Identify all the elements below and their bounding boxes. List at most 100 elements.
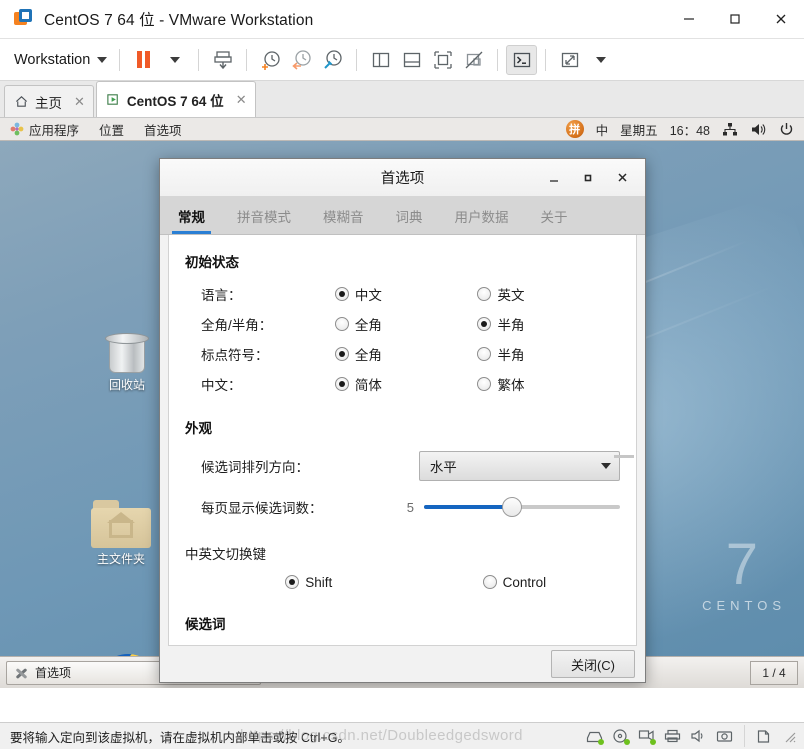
tab-about[interactable]: 关于 [525,197,584,234]
desktop-icon-label: 主文件夹 [96,552,145,566]
maximize-button[interactable] [712,0,758,38]
cd-dvd-icon[interactable] [612,728,630,745]
tab-centos[interactable]: CentOS 7 64 位 ✕ [95,81,256,117]
checkbox-dynamic-candidate-order[interactable]: 动态调整候选词顺序 [185,641,620,645]
wallpaper-version: 7 [725,532,758,597]
tab-close-icon[interactable]: ✕ [74,94,85,110]
stretch-dropdown[interactable] [585,45,616,75]
candidate-direction-select[interactable]: 水平 [418,451,620,481]
setting-row-language: 语言： 中文 英文 [185,279,620,309]
radio-width-half[interactable]: 半角 [477,314,620,334]
setting-row-switch-key: Shift Control [185,567,620,597]
dialog-minimize-button[interactable] [537,164,571,192]
places-menu[interactable]: 位置 [89,118,134,140]
tab-dictionary[interactable]: 词典 [380,197,439,234]
slider-value: 5 [406,499,414,515]
setting-label: 标点符号： [201,348,269,363]
gnome-top-panel: 应用程序 位置 首选项 拼 中 星期五 16：48 [0,118,804,141]
dialog-close-button[interactable] [605,164,639,192]
fullscreen-button[interactable] [427,45,458,75]
places-label: 位置 [99,123,125,138]
home-folder-icon [91,500,151,548]
power-dropdown[interactable] [159,45,190,75]
setting-label: 候选词排列方向： [201,460,309,475]
take-snapshot-button[interactable] [255,45,286,75]
radio-switch-key-shift[interactable]: Shift [285,575,422,590]
tab-home-label: 主页 [35,95,62,111]
tab-fuzzy-pinyin[interactable]: 模糊音 [307,197,380,234]
network-icon [723,122,737,135]
desktop-icon-recycle-bin[interactable]: 回收站 [84,330,170,393]
candidates-per-page-slider[interactable]: 5 [402,497,620,517]
radio-label: Control [502,574,547,590]
show-sidebar-button[interactable] [365,45,396,75]
vmware-workstation-window: CentOS 7 64 位 - VMware Workstation Works… [0,0,804,749]
tab-user-data[interactable]: 用户数据 [439,197,525,234]
sidebar-panel-icon [372,52,389,67]
tab-close-icon[interactable]: ✕ [236,92,247,108]
setting-row-candidate-direction: 候选词排列方向： 水平 [185,445,620,487]
workstation-menu-button[interactable]: Workstation [10,49,111,71]
printer-icon[interactable] [664,729,681,744]
network-adapter-icon[interactable] [638,729,656,745]
camera-icon[interactable] [716,729,733,744]
radio-language-english[interactable]: 英文 [477,284,620,304]
window-controls [666,0,804,38]
toolbar-separator [198,48,200,71]
setting-label: 每页显示候选词数： [201,501,323,516]
guest-os-screen[interactable]: 应用程序 位置 首选项 拼 中 星期五 16：48 回收站 主文件夹 7 CEN… [0,118,804,688]
preferences-menu[interactable]: 首选项 [134,118,192,140]
bottom-panel-icon [403,52,420,67]
radio-indicator-icon [477,377,492,391]
expand-arrows-icon [561,52,578,67]
ibus-pinyin-icon[interactable]: 拼 [565,120,584,138]
minimize-button[interactable] [666,0,712,38]
revert-snapshot-button[interactable] [286,45,317,75]
resize-grip-icon[interactable] [782,729,796,743]
radio-label: 中文 [354,288,382,303]
radio-label: 英文 [497,288,525,303]
setting-row-width: 全角/半角： 全角 半角 [185,309,620,339]
preferences-label: 首选项 [144,123,182,138]
unity-off-icon [465,51,483,68]
applications-menu[interactable]: 应用程序 [0,118,89,140]
slider-handle[interactable] [502,497,523,517]
radio-width-full[interactable]: 全角 [334,314,478,334]
radio-label: 半角 [497,318,525,333]
snapshot-manager-button[interactable] [317,45,348,75]
radio-punctuation-half[interactable]: 半角 [477,344,620,364]
hard-disk-icon[interactable] [586,729,604,745]
dialog-maximize-button[interactable] [571,164,605,192]
ime-state-label[interactable]: 中 [596,120,609,139]
clock-time[interactable]: 16：48 [670,120,710,139]
setting-row-candidates-per-page: 每页显示候选词数： 5 [185,487,620,527]
slider-track[interactable] [424,497,620,517]
radio-punctuation-full[interactable]: 全角 [334,344,478,364]
wallpaper-brand: CENTOS [702,598,786,613]
close-button[interactable]: 关闭(C) [551,650,635,678]
console-button[interactable] [506,44,538,75]
tab-general[interactable]: 常规 [162,197,221,234]
radio-chinese-traditional[interactable]: 繁体 [477,374,620,394]
show-bottom-panel-button[interactable] [396,45,427,75]
pause-button[interactable] [128,45,159,75]
manage-snapshot-button[interactable] [207,45,238,75]
close-button[interactable] [758,0,804,38]
unity-mode-button[interactable] [458,45,489,75]
pause-icon [137,51,151,68]
tab-pinyin-mode[interactable]: 拼音模式 [221,197,307,234]
section-heading-candidates: 候选词 [185,617,226,632]
usb-icon[interactable] [756,729,773,744]
radio-chinese-simplified[interactable]: 简体 [334,374,478,394]
applications-label: 应用程序 [29,123,80,138]
radio-switch-key-control[interactable]: Control [482,574,620,590]
tab-home[interactable]: 主页 ✕ [4,85,94,117]
recycle-bin-icon [104,330,150,374]
radio-language-chinese[interactable]: 中文 [334,284,478,304]
workspace-pager[interactable]: 1 / 4 [750,660,798,685]
scrollbar-thumb[interactable] [614,455,634,458]
desktop-icon-home-folder[interactable]: 主文件夹 [78,500,164,567]
taskbar-item-label: 首选项 [35,666,72,680]
stretch-button[interactable] [554,45,585,75]
sound-card-icon[interactable] [690,729,707,744]
